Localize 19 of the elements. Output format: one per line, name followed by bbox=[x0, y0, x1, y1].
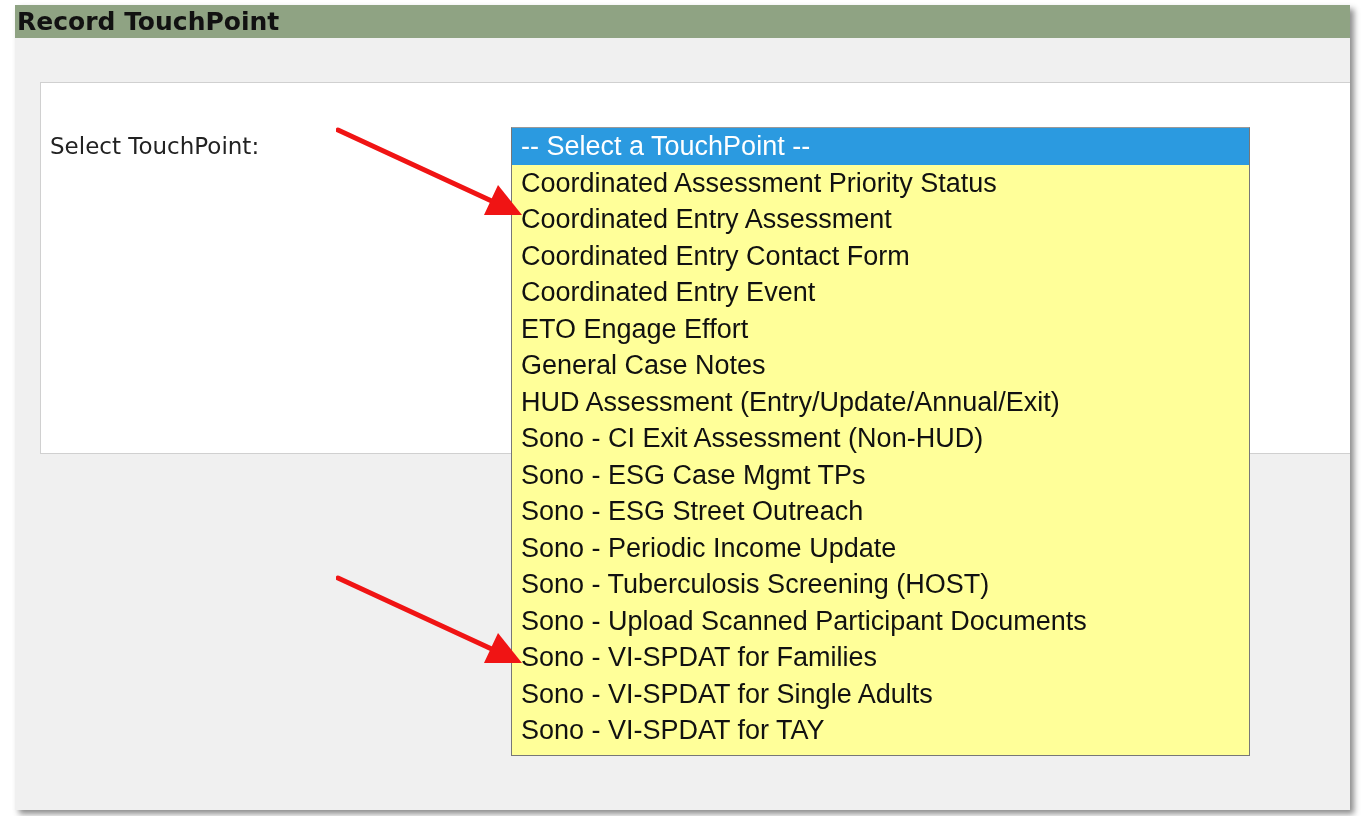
list-option[interactable]: Sono - VI-SPDAT for Families bbox=[512, 639, 1249, 676]
header-title: Record TouchPoint bbox=[15, 5, 1350, 38]
list-option[interactable]: Sono - Periodic Income Update bbox=[512, 529, 1249, 566]
list-option[interactable]: Sono - VI-SPDAT for Single Adults bbox=[512, 675, 1249, 712]
list-option[interactable]: Sono - Upload Scanned Participant Documents bbox=[512, 602, 1249, 639]
field-label: Select TouchPoint: bbox=[50, 133, 260, 159]
list-option[interactable]: Coordinated Entry Event bbox=[512, 274, 1249, 311]
list-option[interactable]: Sono - CI Exit Assessment (Non-HUD) bbox=[512, 420, 1249, 457]
touchpoint-listbox[interactable] bbox=[511, 127, 1250, 756]
list-option[interactable]: Coordinated Entry Assessment bbox=[512, 201, 1249, 238]
list-option[interactable]: HUD Assessment (Entry/Update/Annual/Exit) bbox=[512, 383, 1249, 420]
list-option[interactable]: Coordinated Assessment Priority Status bbox=[512, 164, 1249, 201]
list-option[interactable]: Sono - ESG Street Outreach bbox=[512, 493, 1249, 530]
list-option[interactable]: ETO Engage Effort bbox=[512, 310, 1249, 347]
list-option[interactable]: Coordinated Entry Contact Form bbox=[512, 237, 1249, 274]
list-option[interactable]: Sono - VI-SPDAT for TAY bbox=[512, 712, 1249, 749]
list-option[interactable]: Sono - Tuberculosis Screening (HOST) bbox=[512, 566, 1249, 603]
list-option[interactable]: General Case Notes bbox=[512, 347, 1249, 384]
list-option[interactable]: Sono - ESG Case Mgmt TPs bbox=[512, 456, 1249, 493]
